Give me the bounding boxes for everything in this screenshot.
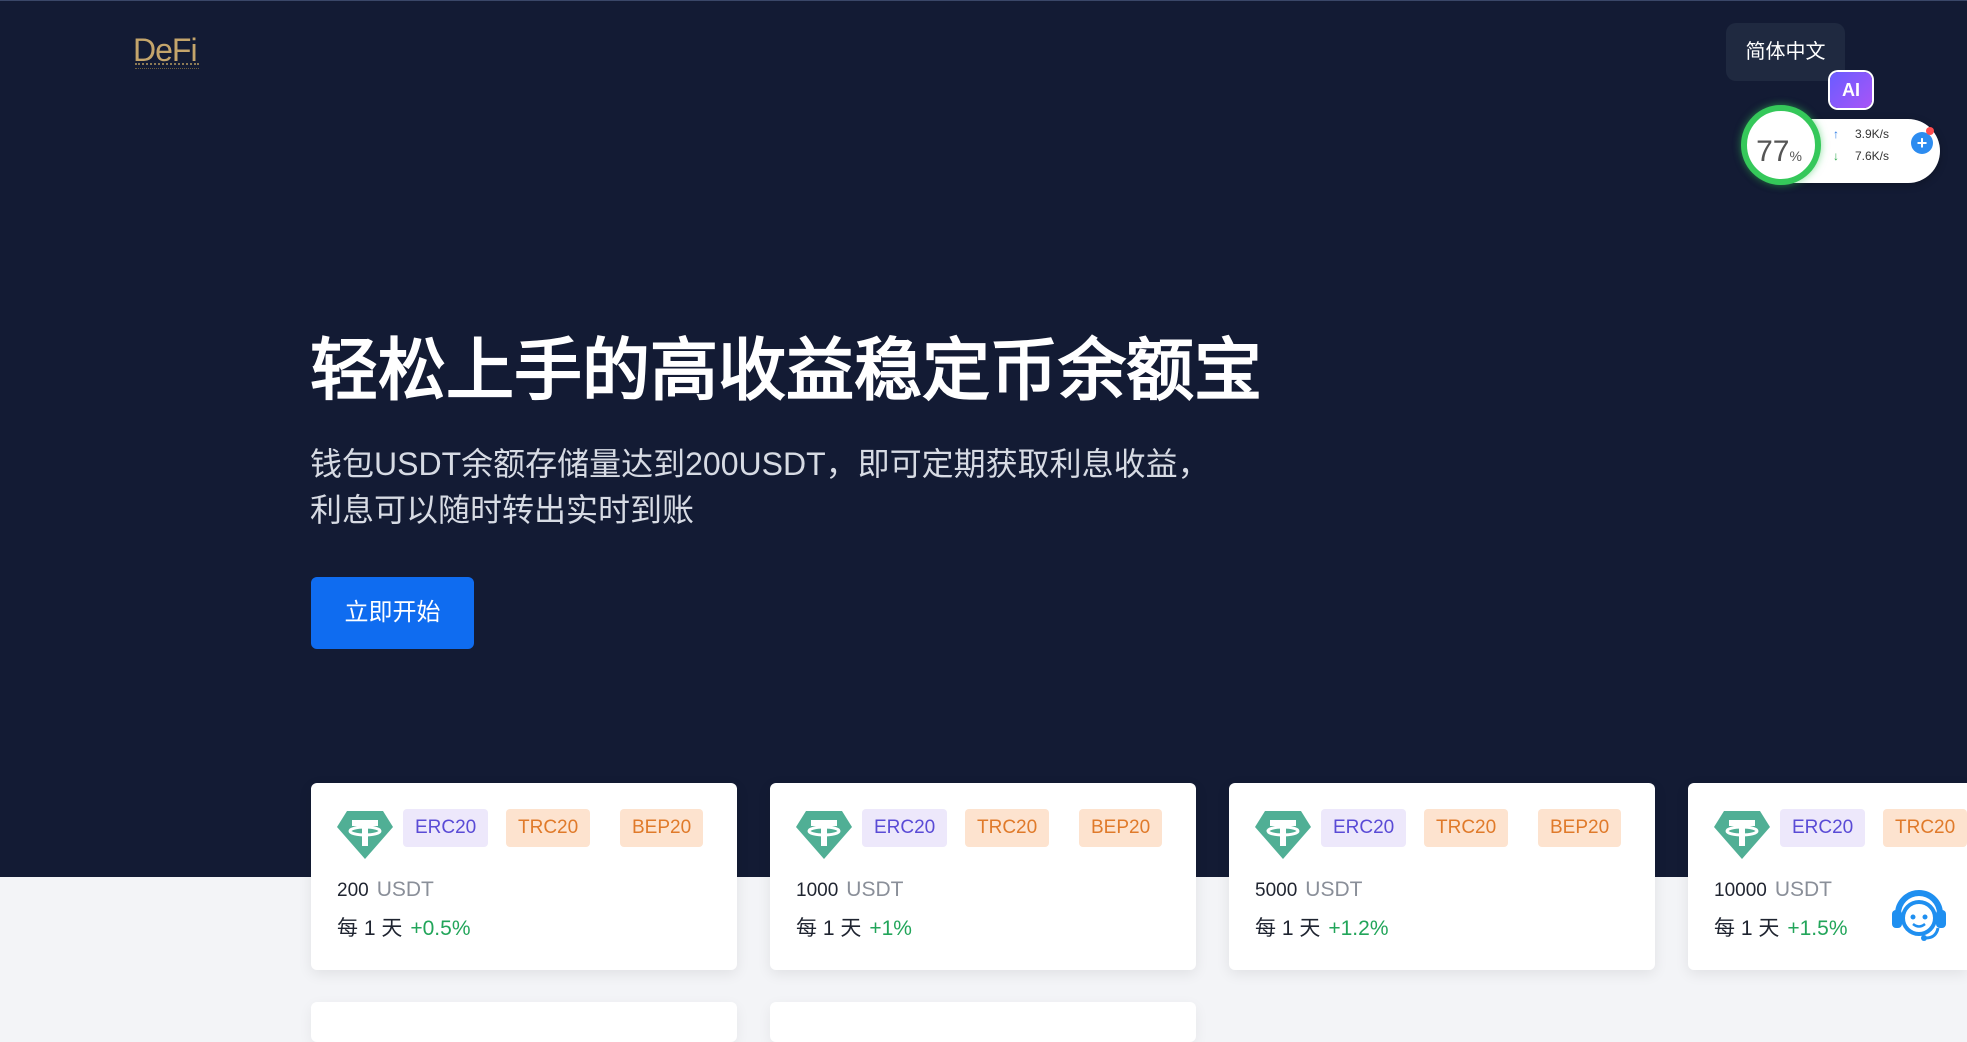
logo-tagline-decoration — [135, 63, 199, 69]
staking-plan-card-next[interactable] — [311, 1002, 737, 1042]
staking-plan-card[interactable]: ERC20 TRC20 BEP20 1000 USDT 每 1 天 +1% — [770, 783, 1196, 970]
staking-plan-card-next[interactable] — [770, 1002, 1196, 1042]
chip-bep20[interactable]: BEP20 — [1538, 809, 1622, 847]
chip-trc20[interactable]: TRC20 — [965, 809, 1050, 847]
tether-icon — [1255, 811, 1311, 859]
network-speed-widget[interactable]: 77% ↑ 3.9K/s ↓ 7.6K/s + — [1741, 105, 1940, 185]
hero-section: DeFi 简体中文 AI 77% ↑ 3.9K/s ↓ 7.6K/s + 轻松上手的… — [0, 0, 1967, 877]
plan-amount: 10000 USDT — [1714, 878, 1833, 901]
cpu-usage-value: 77% — [1756, 135, 1802, 168]
plus-icon[interactable]: + — [1911, 132, 1933, 154]
notification-dot — [1926, 127, 1934, 135]
plan-amount: 5000 USDT — [1255, 878, 1363, 901]
plan-rate: 每 1 天 +1.2% — [1255, 917, 1389, 940]
language-selector[interactable]: 简体中文 — [1726, 23, 1845, 81]
plan-amount: 200 USDT — [337, 878, 434, 901]
tether-icon — [337, 811, 393, 859]
start-now-button[interactable]: 立即开始 — [311, 577, 474, 649]
plan-rate: 每 1 天 +1% — [796, 917, 912, 940]
download-speed: ↓ 7.6K/s — [1833, 149, 1890, 163]
defi-logo[interactable]: DeFi — [133, 33, 203, 77]
hero-subtitle: 钱包USDT余额存储量达到200USDT，即可定期获取利息收益， 利息可以随时转出… — [310, 446, 1210, 528]
tether-icon — [796, 811, 852, 859]
chip-trc20[interactable]: TRC20 — [506, 809, 591, 847]
tether-icon — [1714, 811, 1770, 859]
chip-erc20[interactable]: ERC20 — [1780, 809, 1866, 847]
chip-bep20[interactable]: BEP20 — [1079, 809, 1163, 847]
staking-plan-card[interactable]: ERC20 TRC20 BEP20 5000 USDT 每 1 天 +1.2% — [1229, 783, 1655, 970]
plan-rate: 每 1 天 +0.5% — [337, 917, 471, 940]
plan-rate: 每 1 天 +1.5% — [1714, 917, 1848, 940]
arrow-down-icon: ↓ — [1833, 149, 1839, 163]
arrow-up-icon: ↑ — [1833, 127, 1839, 141]
customer-service-icon[interactable] — [1888, 882, 1950, 944]
chip-erc20[interactable]: ERC20 — [403, 809, 489, 847]
plan-amount: 1000 USDT — [796, 878, 904, 901]
ai-assistant-badge[interactable]: AI — [1830, 72, 1872, 108]
chip-erc20[interactable]: ERC20 — [862, 809, 948, 847]
chip-trc20[interactable]: TRC20 — [1424, 809, 1509, 847]
staking-plan-card[interactable]: ERC20 TRC20 BEP20 200 USDT 每 1 天 +0.5% — [311, 783, 737, 970]
chip-erc20[interactable]: ERC20 — [1321, 809, 1407, 847]
hero-title: 轻松上手的高收益稳定币余额宝 — [310, 333, 1263, 409]
upload-speed: ↑ 3.9K/s — [1833, 127, 1890, 141]
chip-trc20[interactable]: TRC20 — [1883, 809, 1967, 847]
chip-bep20[interactable]: BEP20 — [620, 809, 704, 847]
